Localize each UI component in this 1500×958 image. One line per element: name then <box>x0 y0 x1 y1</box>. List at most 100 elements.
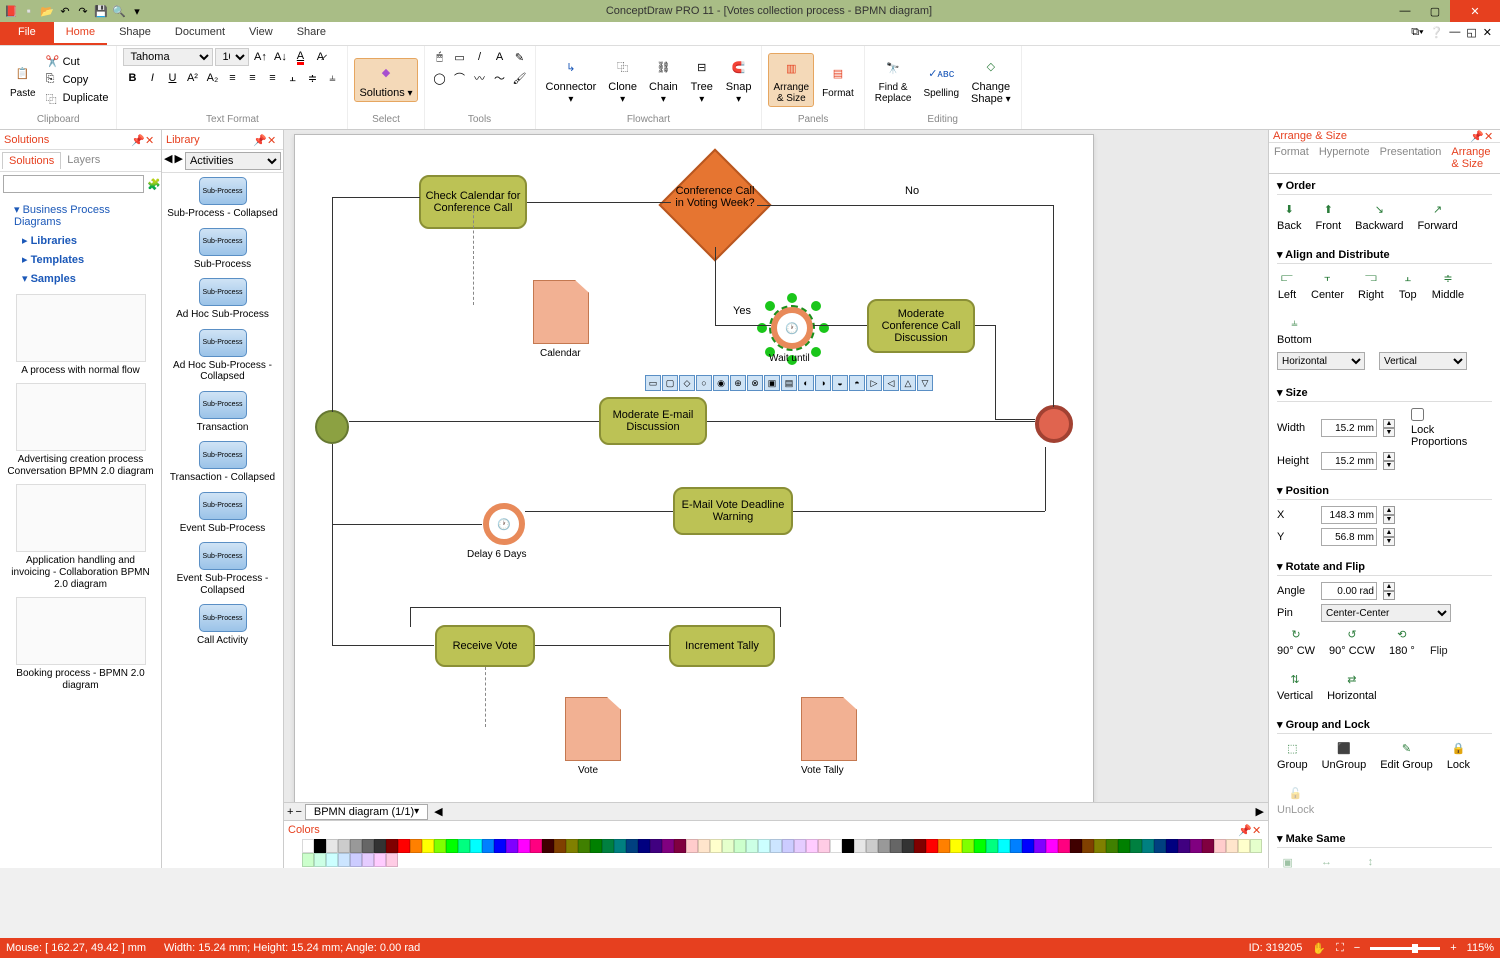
color-swatch[interactable] <box>818 839 830 853</box>
color-swatch[interactable] <box>890 839 902 853</box>
color-swatch[interactable] <box>326 839 338 853</box>
duplicate-button[interactable]: ⿻Duplicate <box>44 90 111 106</box>
color-swatch[interactable] <box>650 839 662 853</box>
color-swatch[interactable] <box>1046 839 1058 853</box>
same-size[interactable]: ▣Size <box>1277 854 1298 868</box>
color-swatch[interactable] <box>782 839 794 853</box>
solutions-subtab[interactable]: Solutions <box>2 152 61 169</box>
mdi-close-icon[interactable]: ✕ <box>1483 26 1492 41</box>
ungroup-button[interactable]: ⬛UnGroup <box>1322 740 1367 771</box>
color-swatch[interactable] <box>1154 839 1166 853</box>
color-swatch[interactable] <box>1250 839 1262 853</box>
color-swatch[interactable] <box>602 839 614 853</box>
color-swatch[interactable] <box>410 839 422 853</box>
color-swatch[interactable] <box>1178 839 1190 853</box>
unlock-button[interactable]: 🔓UnLock <box>1277 785 1314 816</box>
rapid-btn[interactable]: ◁ <box>883 375 899 391</box>
color-swatch[interactable] <box>1118 839 1130 853</box>
task-moderate-email[interactable]: Moderate E-mail Discussion <box>599 397 707 445</box>
sample-thumb[interactable]: A process with normal flow <box>6 294 155 377</box>
color-swatch[interactable] <box>1202 839 1214 853</box>
canvas-viewport[interactable]: Check Calendar for Conference Call Confe… <box>284 130 1268 802</box>
color-swatch[interactable] <box>770 839 782 853</box>
align-center-icon[interactable]: ≡ <box>243 69 261 87</box>
spelling-button[interactable]: ✓ᴀʙᴄSpelling <box>919 60 963 101</box>
rotate-180[interactable]: ⟲180 ° <box>1389 626 1415 657</box>
artab-arrange-size[interactable]: Arrange & Size <box>1446 143 1500 173</box>
spline-icon[interactable]: 〰 <box>471 69 489 87</box>
color-swatch[interactable] <box>758 839 770 853</box>
tab-share[interactable]: Share <box>285 22 338 45</box>
tab-document[interactable]: Document <box>163 22 237 45</box>
color-swatch[interactable] <box>362 853 374 867</box>
align-left[interactable]: ⫍Left <box>1277 270 1297 301</box>
color-swatch[interactable] <box>830 839 842 853</box>
pointer-icon[interactable]: 🖱 <box>431 48 449 66</box>
color-swatch[interactable] <box>902 839 914 853</box>
library-item[interactable]: Sub-ProcessEvent Sub-Process <box>164 492 281 535</box>
document-vote[interactable] <box>565 697 621 761</box>
library-item[interactable]: Sub-ProcessTransaction - Collapsed <box>164 441 281 484</box>
height-input[interactable] <box>1321 452 1377 470</box>
timer-wait-until[interactable]: 🕐 <box>771 307 813 349</box>
font-size-select[interactable]: 10 <box>215 48 249 66</box>
color-swatch[interactable] <box>962 839 974 853</box>
color-swatch[interactable] <box>734 839 746 853</box>
close-icon[interactable]: ✕ <box>1252 824 1264 836</box>
task-receive-vote[interactable]: Receive Vote <box>435 625 535 667</box>
color-swatch[interactable] <box>950 839 962 853</box>
color-swatch[interactable] <box>662 839 674 853</box>
canvas-page[interactable]: Check Calendar for Conference Call Confe… <box>294 134 1094 802</box>
color-swatch[interactable] <box>374 853 386 867</box>
spinner-up[interactable]: ▲ <box>1383 419 1395 428</box>
library-item[interactable]: Sub-ProcessCall Activity <box>164 604 281 647</box>
distribute-v-select[interactable]: Vertical <box>1379 352 1467 370</box>
rapid-btn[interactable]: ▤ <box>781 375 797 391</box>
color-swatch[interactable] <box>494 839 506 853</box>
window-switch-icon[interactable]: ⧉▾ <box>1411 26 1423 41</box>
sheet-nav-btn[interactable]: − <box>295 806 301 818</box>
italic-button[interactable]: I <box>143 69 161 87</box>
spinner-down[interactable]: ▼ <box>1383 428 1395 437</box>
color-swatch[interactable] <box>1094 839 1106 853</box>
color-swatch[interactable] <box>854 839 866 853</box>
order-back[interactable]: ⬇Back <box>1277 201 1301 232</box>
color-swatch[interactable] <box>1142 839 1154 853</box>
color-swatch[interactable] <box>374 839 386 853</box>
align-middle-icon[interactable]: ≑ <box>303 69 321 87</box>
rapid-btn[interactable]: ▽ <box>917 375 933 391</box>
document-vote-tally[interactable] <box>801 697 857 761</box>
color-swatch[interactable] <box>434 839 446 853</box>
rapid-btn[interactable]: ◑ <box>815 375 831 391</box>
artab-presentation[interactable]: Presentation <box>1375 143 1447 173</box>
color-swatch[interactable] <box>710 839 722 853</box>
rapid-btn[interactable]: ▢ <box>662 375 678 391</box>
color-swatch[interactable] <box>362 839 374 853</box>
document-calendar[interactable] <box>533 280 589 344</box>
arrange-panel-button[interactable]: ▥Arrange & Size <box>768 53 814 107</box>
color-swatch[interactable] <box>698 839 710 853</box>
sample-thumb[interactable]: Booking process - BPMN 2.0 diagram <box>6 597 155 692</box>
arc-icon[interactable]: ⌒ <box>451 69 469 87</box>
color-swatch[interactable] <box>530 839 542 853</box>
color-swatch[interactable] <box>338 853 350 867</box>
width-input[interactable] <box>1321 419 1377 437</box>
tree-templates[interactable]: ▸ Templates <box>4 250 157 269</box>
close-icon[interactable]: ✕ <box>267 134 279 146</box>
tree-samples[interactable]: ▾ Samples <box>4 269 157 288</box>
font-family-select[interactable]: Tahoma <box>123 48 213 66</box>
timer-delay6[interactable]: 🕐 <box>483 503 525 545</box>
pin-icon[interactable]: 📌 <box>1470 130 1482 142</box>
pos-x-input[interactable] <box>1321 506 1377 524</box>
color-swatch[interactable] <box>578 839 590 853</box>
ellipse-icon[interactable]: ◯ <box>431 69 449 87</box>
rapid-btn[interactable]: ▭ <box>645 375 661 391</box>
chain-button[interactable]: ⛓Chain▾ <box>645 53 682 106</box>
maximize-button[interactable]: ▢ <box>1420 0 1450 22</box>
rapid-btn[interactable]: ◓ <box>849 375 865 391</box>
flip-vertical[interactable]: ⇅Vertical <box>1277 671 1313 702</box>
task-increment-tally[interactable]: Increment Tally <box>669 625 775 667</box>
mdi-min-icon[interactable]: — <box>1449 26 1460 41</box>
new-icon[interactable]: ▫️ <box>22 4 36 18</box>
grow-font-icon[interactable]: A↑ <box>251 48 269 66</box>
